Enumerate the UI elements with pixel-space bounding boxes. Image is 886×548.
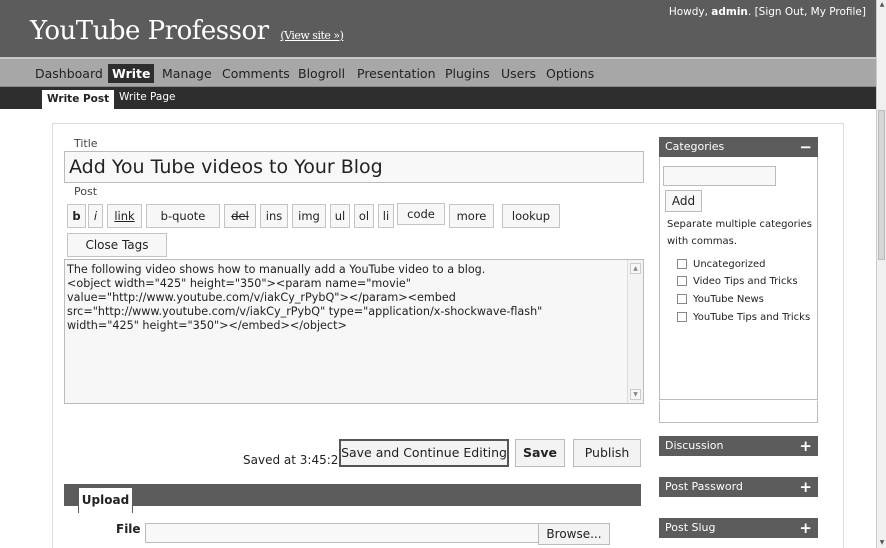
nav-item-dashboard[interactable]: Dashboard <box>35 66 103 81</box>
site-title-text: YouTube Professor <box>30 16 269 46</box>
categories-panel-footer <box>659 401 818 423</box>
close-tags-button[interactable]: Close Tags <box>67 233 167 257</box>
username[interactable]: admin <box>711 6 748 18</box>
new-category-input[interactable] <box>663 166 776 186</box>
site-title: YouTube Professor (View site ») <box>30 16 344 46</box>
expand-icon[interactable]: + <box>799 518 812 538</box>
site-header: YouTube Professor (View site ») Howdy, a… <box>0 0 876 57</box>
quicktag-ol-button[interactable]: ol <box>354 204 374 228</box>
nav-item-plugins[interactable]: Plugins <box>445 66 490 81</box>
tab-write-post[interactable]: Write Post <box>42 90 115 109</box>
nav-item-presentation[interactable]: Presentation <box>357 66 436 81</box>
howdy-text: Howdy, <box>668 6 708 18</box>
save-button[interactable]: Save <box>515 439 565 467</box>
view-site-link[interactable]: (View site ») <box>280 29 344 42</box>
post-slug-header[interactable]: Post Slug + <box>659 518 818 538</box>
user-links[interactable]: . [Sign Out, My Profile] <box>748 6 866 18</box>
categories-header[interactable]: Categories − <box>659 137 818 157</box>
post-content-text: The following video shows how to manuall… <box>67 263 543 332</box>
expand-icon[interactable]: + <box>799 436 812 456</box>
collapse-icon[interactable]: − <box>799 137 812 157</box>
post-slug-title: Post Slug <box>665 521 716 534</box>
scroll-up-icon[interactable]: ▲ <box>630 263 641 274</box>
checkbox[interactable] <box>677 276 687 286</box>
main-nav: Dashboard Write Manage Comments Blogroll… <box>0 57 876 87</box>
category-label: YouTube Tips and Tricks <box>693 312 811 323</box>
category-checkbox-row[interactable]: YouTube News <box>677 294 764 305</box>
category-label: Video Tips and Tricks <box>693 276 798 287</box>
page-scrollbar[interactable]: ▲ ▼ <box>876 0 886 548</box>
quicktag-ul-button[interactable]: ul <box>330 204 350 228</box>
quicktag-italic-button[interactable]: i <box>88 204 103 228</box>
quicktag-bquote-button[interactable]: b-quote <box>146 204 220 228</box>
nav-item-blogroll[interactable]: Blogroll <box>298 66 345 81</box>
checkbox[interactable] <box>677 312 687 322</box>
categories-title: Categories <box>665 140 725 153</box>
save-continue-button[interactable]: Save and Continue Editing <box>339 439 509 467</box>
scroll-down-icon[interactable]: ▼ <box>630 389 641 400</box>
quicktag-link-button[interactable]: link <box>107 204 142 228</box>
category-label: YouTube News <box>693 294 764 305</box>
user-info: Howdy, admin. [Sign Out, My Profile] <box>669 6 866 18</box>
post-content-textarea[interactable]: The following video shows how to manuall… <box>64 259 644 404</box>
nav-item-users[interactable]: Users <box>501 66 536 81</box>
nav-item-manage[interactable]: Manage <box>162 66 212 81</box>
scroll-up-icon[interactable]: ▲ <box>878 0 886 10</box>
file-label: File <box>116 522 141 536</box>
scroll-down-icon[interactable]: ▼ <box>878 538 886 548</box>
discussion-title: Discussion <box>665 439 724 452</box>
browse-button[interactable]: Browse... <box>538 523 610 545</box>
checkbox[interactable] <box>677 259 687 269</box>
nav-item-write[interactable]: Write <box>108 64 155 83</box>
upload-tabbar <box>64 484 641 506</box>
file-input[interactable] <box>145 523 539 543</box>
categories-help-text: Separate multiple categories with commas… <box>667 219 812 247</box>
category-checkbox-row[interactable]: YouTube Tips and Tricks <box>677 312 810 323</box>
quicktag-code-button[interactable]: code <box>397 203 445 225</box>
tab-write-page[interactable]: Write Page <box>119 91 175 103</box>
title-label: Title <box>74 137 98 150</box>
category-label: Uncategorized <box>693 259 766 270</box>
quicktag-del-button[interactable]: del <box>224 204 256 228</box>
quicktag-more-button[interactable]: more <box>449 204 494 228</box>
post-password-title: Post Password <box>665 480 743 493</box>
saved-at-status: Saved at 3:45:25. <box>243 453 350 467</box>
sub-nav: Write Post Write Page <box>0 87 876 109</box>
quicktag-img-button[interactable]: img <box>292 204 326 228</box>
discussion-header[interactable]: Discussion + <box>659 436 818 456</box>
checkbox[interactable] <box>677 294 687 304</box>
post-password-header[interactable]: Post Password + <box>659 477 818 497</box>
nav-item-comments[interactable]: Comments <box>222 66 290 81</box>
quicktag-bold-button[interactable]: b <box>67 204 86 228</box>
add-category-button[interactable]: Add <box>665 190 702 212</box>
category-checkbox-row[interactable]: Video Tips and Tricks <box>677 276 798 287</box>
post-textarea-scrollbar[interactable]: ▲ ▼ <box>627 260 643 403</box>
publish-button[interactable]: Publish <box>573 439 641 467</box>
quicktag-ins-button[interactable]: ins <box>260 204 288 228</box>
expand-icon[interactable]: + <box>799 477 812 497</box>
quicktag-lookup-button[interactable]: lookup <box>502 204 560 228</box>
post-label: Post <box>74 185 98 198</box>
category-checkbox-row[interactable]: Uncategorized <box>677 259 765 270</box>
title-input[interactable]: Add You Tube videos to Your Blog <box>64 151 644 183</box>
nav-item-options[interactable]: Options <box>546 66 594 81</box>
scrollbar-thumb[interactable] <box>878 110 885 260</box>
quicktag-li-button[interactable]: li <box>378 204 394 228</box>
tab-upload[interactable]: Upload <box>78 487 133 513</box>
